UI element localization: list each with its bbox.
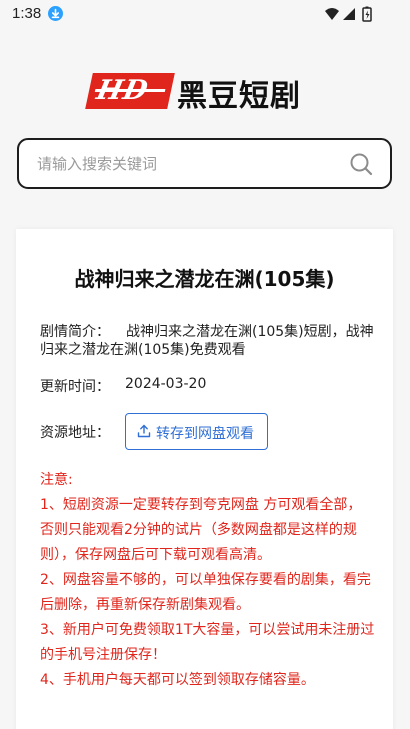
notice-item: 4、手机用户每天都可以签到领取存储容量。	[40, 672, 315, 688]
notice-section: 注意: 1、短剧资源一定要转存到夸克网盘 方可观看全部，否则只能观看2分钟的试片…	[40, 468, 375, 693]
update-value: 2024-03-20	[125, 376, 207, 392]
logo-text: 黑豆短剧	[177, 79, 301, 114]
app-logo: HD 黑豆短剧	[85, 71, 321, 114]
search-bar	[17, 138, 392, 189]
notice-heading: 注意:	[40, 472, 73, 488]
update-label: 更新时间：	[40, 379, 110, 395]
upload-icon	[137, 424, 151, 438]
search-input[interactable]	[37, 153, 337, 175]
intro-label: 剧情简介：	[40, 324, 110, 340]
status-icons	[324, 6, 380, 22]
status-time: 1:38	[12, 5, 42, 22]
download-notification-icon	[48, 6, 63, 21]
intro-section: 剧情简介： 战神归来之潜龙在渊(105集)短剧，战神归来之潜龙在渊(105集)免费…	[40, 323, 375, 359]
search-icon[interactable]	[349, 152, 373, 176]
logo-badge-text: HD	[93, 75, 152, 106]
detail-card: 战神归来之潜龙在渊(105集) 剧情简介： 战神归来之潜龙在渊(105集)短剧，战…	[16, 229, 393, 729]
wifi-icon	[325, 8, 339, 20]
source-label: 资源地址：	[40, 425, 110, 441]
notice-item: 2、网盘容量不够的，可以单独保存要看的剧集，看完后删除，再重新保存新剧集观看。	[40, 572, 371, 613]
save-button-label: 转存到网盘观看	[156, 426, 254, 442]
logo-hd-badge: HD	[85, 73, 175, 109]
signal-icon	[343, 8, 355, 20]
save-to-cloud-button[interactable]: 转存到网盘观看	[125, 413, 268, 450]
drama-title: 战神归来之潜龙在渊(105集)	[74, 267, 335, 291]
battery-icon	[362, 6, 372, 22]
notice-item: 1、短剧资源一定要转存到夸克网盘 方可观看全部，否则只能观看2分钟的试片（多数网…	[40, 497, 362, 563]
notice-item: 3、新用户可免费领取1T大容量，可以尝试用未注册过的手机号注册保存！	[40, 622, 375, 663]
status-bar: 1:38	[0, 0, 410, 28]
